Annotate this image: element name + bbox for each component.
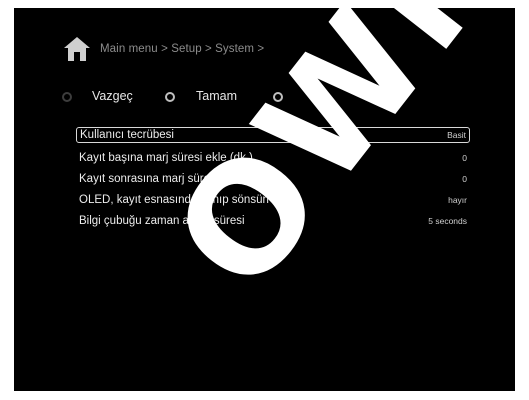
setting-label: OLED, kayıt esnasında yanıp sönsün (79, 193, 269, 206)
radio-cancel-icon[interactable] (62, 92, 72, 102)
setting-label: Kayıt başına marj süresi ekle (dk.) (79, 151, 253, 164)
setting-value: hayır (448, 194, 467, 205)
radio-ok-icon[interactable] (165, 92, 175, 102)
radio-option-4-icon[interactable] (377, 92, 387, 102)
ok-button[interactable]: Tamam (196, 89, 237, 103)
setting-user-experience[interactable]: Kullanıcı tecrübesi Basit (76, 127, 470, 143)
setting-infobar-timeout[interactable]: Bilgi çubuğu zaman aşımı süresi 5 second… (76, 210, 470, 231)
setting-label: Kullanıcı tecrübesi (80, 129, 174, 141)
home-icon[interactable] (62, 35, 92, 63)
setting-pre-margin[interactable]: Kayıt başına marj süresi ekle (dk.) 0 (76, 147, 470, 168)
setting-value: 5 seconds (428, 215, 467, 226)
setting-value: 0 (462, 173, 467, 184)
setting-label: Kayıt sonrasına marj süresi ekle (dk.) (79, 172, 269, 185)
frame-bottom (14, 391, 515, 400)
cancel-button[interactable]: Vazgeç (92, 89, 133, 103)
tv-screen: Main menu > Setup > System > Vazgeç Tama… (14, 8, 515, 391)
setting-value: 0 (462, 152, 467, 163)
setting-oled-blink[interactable]: OLED, kayıt esnasında yanıp sönsün hayır (76, 189, 470, 210)
setting-label: Bilgi çubuğu zaman aşımı süresi (79, 214, 245, 227)
header: Main menu > Setup > System > (62, 34, 264, 64)
setting-value: Basit (447, 130, 466, 140)
radio-option-3-icon[interactable] (273, 92, 283, 102)
settings-list: Kullanıcı tecrübesi Basit Kayıt başına m… (76, 127, 470, 231)
dialog-buttons: Vazgeç Tamam (62, 88, 502, 112)
setting-post-margin[interactable]: Kayıt sonrasına marj süresi ekle (dk.) 0 (76, 168, 470, 189)
breadcrumb: Main menu > Setup > System > (100, 43, 265, 55)
